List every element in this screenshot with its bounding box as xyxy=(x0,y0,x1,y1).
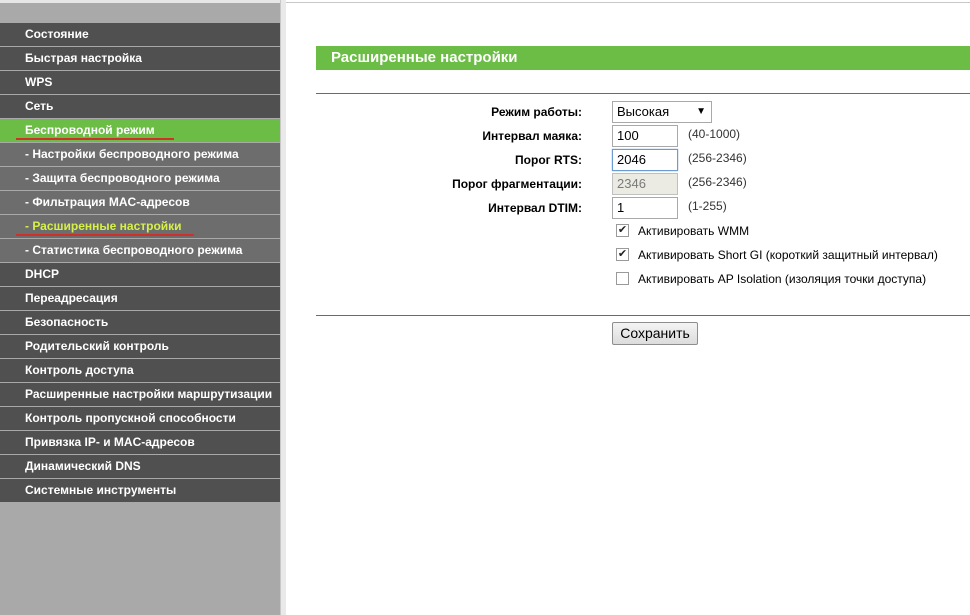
sidebar-divider xyxy=(280,0,286,615)
frag-control: 2346 xyxy=(612,173,678,195)
fragmentation-threshold-input[interactable]: 2346 xyxy=(612,173,678,195)
mode-select-value: Высокая xyxy=(617,104,670,119)
dtim-control: 1 xyxy=(612,197,678,219)
sidebar-item-network[interactable]: Сеть xyxy=(0,95,280,118)
beacon-label: Интервал маяка: xyxy=(482,129,582,143)
ap-isolation-checkbox[interactable] xyxy=(616,272,629,285)
divider-top xyxy=(316,93,970,94)
sidebar-item-access-control[interactable]: Контроль доступа xyxy=(0,359,280,382)
beacon-hint: (40-1000) xyxy=(688,127,741,141)
sidebar-subitem-wireless-security[interactable]: - Защита беспроводного режима xyxy=(0,167,280,190)
dtim-row: Интервал DTIM: 1 (1-255) xyxy=(316,197,970,219)
dtim-label: Интервал DTIM: xyxy=(488,201,582,215)
frag-label: Порог фрагментации: xyxy=(452,177,582,191)
dtim-interval-input[interactable]: 1 xyxy=(612,197,678,219)
sidebar-subitem-mac-filtering[interactable]: - Фильтрация MAC-адресов xyxy=(0,191,280,214)
beacon-row: Интервал маяка: 100 (40-1000) xyxy=(316,125,970,147)
sidebar-top-border xyxy=(0,0,286,3)
rts-threshold-input[interactable]: 2046 xyxy=(612,149,678,171)
sidebar-item-forwarding[interactable]: Переадресация xyxy=(0,287,280,310)
sidebar-item-dhcp[interactable]: DHCP xyxy=(0,263,280,286)
sidebar-item-ddns[interactable]: Динамический DNS xyxy=(0,455,280,478)
sidebar-item-system-tools[interactable]: Системные инструменты xyxy=(0,479,280,502)
content-top-border xyxy=(286,2,970,3)
sidebar-item-security[interactable]: Безопасность xyxy=(0,311,280,334)
frag-hint: (256-2346) xyxy=(688,175,747,189)
mode-row: Режим работы: Высокая ▼ xyxy=(316,101,970,123)
wmm-checkbox[interactable]: ✔ xyxy=(616,224,629,237)
beacon-control: 100 xyxy=(612,125,678,147)
dtim-hint: (1-255) xyxy=(688,199,727,213)
sidebar-item-advanced-routing[interactable]: Расширенные настройки маршрутизации xyxy=(0,383,280,406)
sidebar-item-ip-mac-binding[interactable]: Привязка IP- и MAC-адресов xyxy=(0,431,280,454)
rts-control: 2046 xyxy=(612,149,678,171)
save-button[interactable]: Сохранить xyxy=(612,322,698,345)
mode-label: Режим работы: xyxy=(491,105,582,119)
short-gi-checkbox[interactable]: ✔ xyxy=(616,248,629,261)
page-title: Расширенные настройки xyxy=(316,46,970,70)
frag-row: Порог фрагментации: 2346 (256-2346) xyxy=(316,173,970,195)
wireless-underline xyxy=(16,138,174,140)
mode-select[interactable]: Высокая ▼ xyxy=(612,101,712,123)
sidebar-item-bandwidth-control[interactable]: Контроль пропускной способности xyxy=(0,407,280,430)
divider-bottom xyxy=(316,315,970,316)
short-gi-label: Активировать Short GI (короткий защитный… xyxy=(638,248,938,262)
rts-label: Порог RTS: xyxy=(515,153,582,167)
ap-isolation-label: Активировать AP Isolation (изоляция точк… xyxy=(638,272,927,286)
sidebar-item-parental-control[interactable]: Родительский контроль xyxy=(0,335,280,358)
advanced-underline xyxy=(16,234,194,236)
sidebar-subitem-advanced-settings[interactable]: - Расширенные настройки xyxy=(0,215,280,238)
wmm-label: Активировать WMM xyxy=(638,224,750,238)
sidebar-item-quick-setup[interactable]: Быстрая настройка xyxy=(0,47,280,70)
sidebar-subitem-wireless-statistics[interactable]: - Статистика беспроводного режима xyxy=(0,239,280,262)
sidebar-item-wireless[interactable]: Беспроводной режим xyxy=(0,119,280,142)
rts-hint: (256-2346) xyxy=(688,151,747,165)
dropdown-arrow-icon: ▼ xyxy=(696,106,706,117)
mode-control: Высокая ▼ xyxy=(612,101,712,123)
beacon-interval-input[interactable]: 100 xyxy=(612,125,678,147)
sidebar-item-wps[interactable]: WPS xyxy=(0,71,280,94)
sidebar-menu: Состояние Быстрая настройка WPS Сеть Бес… xyxy=(0,23,280,503)
sidebar-subitem-wireless-settings[interactable]: - Настройки беспроводного режима xyxy=(0,143,280,166)
rts-row: Порог RTS: 2046 (256-2346) xyxy=(316,149,970,171)
sidebar-item-status[interactable]: Состояние xyxy=(0,23,280,46)
sidebar: Состояние Быстрая настройка WPS Сеть Бес… xyxy=(0,0,286,615)
